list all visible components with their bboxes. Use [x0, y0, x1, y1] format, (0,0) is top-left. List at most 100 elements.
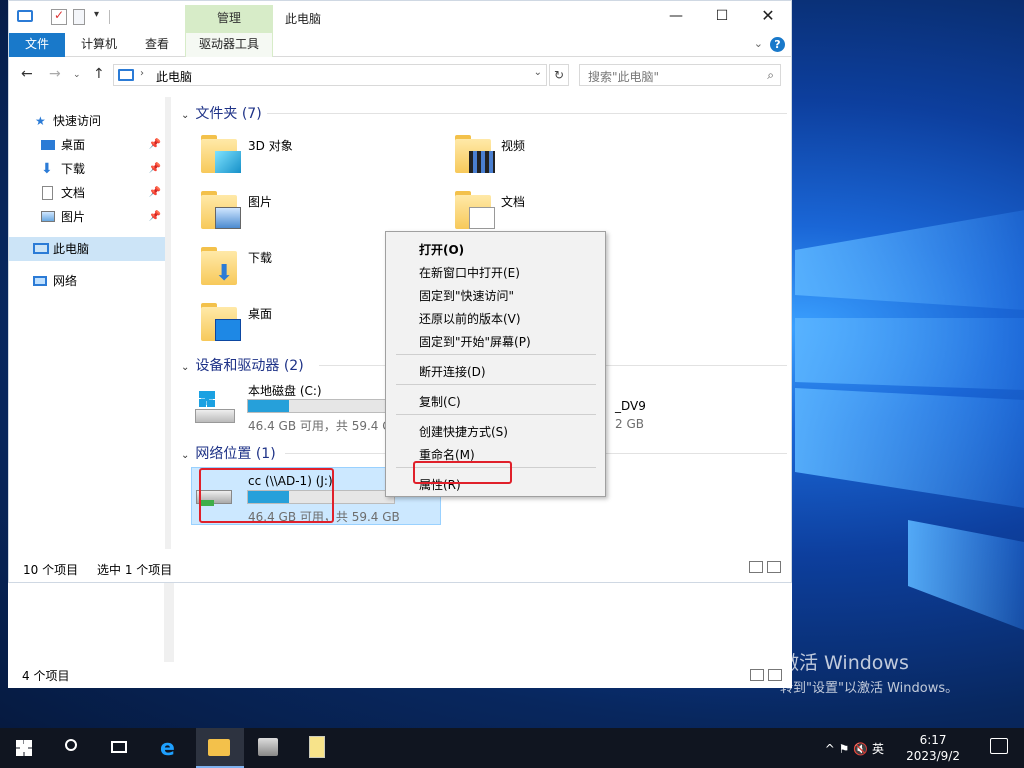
notification-icon[interactable] [990, 738, 1008, 754]
pin-icon[interactable]: 📌 [149, 133, 161, 157]
breadcrumb[interactable]: 此电脑 [156, 68, 192, 85]
search-input[interactable]: 搜索"此电脑" ⌕ [579, 64, 781, 86]
activation-watermark: 激活 Windows 转到"设置"以激活 Windows。 [780, 648, 958, 696]
chevron-down-icon[interactable]: ⌄ [754, 37, 763, 50]
system-tray[interactable]: ^ ⚑ 🔇 英 [825, 740, 884, 757]
menu-item-disconnect[interactable]: 断开连接(D) [419, 363, 486, 380]
menu-item-restore-versions[interactable]: 还原以前的版本(V) [419, 310, 521, 327]
details-view-icon[interactable] [750, 669, 764, 681]
address-dropdown-icon[interactable]: ⌄ [534, 67, 542, 78]
up-button[interactable]: ↑ [93, 66, 105, 82]
sidebar-item-documents[interactable]: 文档 📌 [9, 181, 165, 205]
menu-item-create-shortcut[interactable]: 创建快捷方式(S) [419, 423, 508, 440]
details-view-icon[interactable] [749, 561, 763, 573]
menu-divider [396, 414, 596, 415]
group-title: 网络位置 (1) [195, 446, 276, 462]
taskbar-server-manager[interactable] [244, 728, 292, 768]
refresh-button[interactable]: ↻ [549, 64, 569, 86]
tab-view[interactable]: 查看 [135, 33, 179, 57]
clock-time: 6:17 [919, 733, 947, 747]
search-button[interactable] [48, 728, 96, 768]
group-header-devices[interactable]: ⌄ 设备和驱动器 (2) [181, 355, 304, 375]
sidebar-item-label: 下载 [61, 162, 86, 176]
folder-desktop-icon[interactable] [201, 301, 241, 341]
tab-file[interactable]: 文件 [9, 33, 65, 57]
forward-button[interactable]: → [49, 66, 61, 82]
sidebar-scrollbar[interactable] [165, 97, 171, 549]
drive-label-c[interactable]: 本地磁盘 (C:) [248, 382, 322, 399]
windows-logo-icon [199, 391, 215, 407]
folder-label[interactable]: 文档 [501, 193, 525, 210]
tab-drive-tools[interactable]: 驱动器工具 [185, 33, 273, 57]
sidebar-item-downloads[interactable]: ⬇ 下载 📌 [9, 157, 165, 181]
maximize-button[interactable]: ☐ [699, 1, 745, 33]
folder-videos-icon[interactable] [455, 133, 495, 173]
taskbar-file-explorer[interactable] [196, 728, 244, 768]
folder-label[interactable]: 桌面 [248, 305, 272, 322]
menu-item-open-new-window[interactable]: 在新窗口中打开(E) [419, 264, 520, 281]
hard-drive-icon[interactable] [195, 391, 241, 427]
sidebar-item-desktop[interactable]: 桌面 📌 [9, 133, 165, 157]
chevron-down-icon[interactable]: ⌄ [181, 362, 189, 373]
large-icons-view-icon[interactable] [767, 561, 781, 573]
group-header-folders[interactable]: ⌄ 文件夹 (7) [181, 103, 262, 123]
wallpaper-beam [908, 520, 1024, 630]
new-folder-icon[interactable] [73, 9, 85, 25]
close-button[interactable]: ✕ [745, 1, 791, 33]
drive-info-dvd: 2 GB [615, 417, 644, 431]
folder-label[interactable]: 下载 [248, 249, 272, 266]
manage-context-tab[interactable]: 管理 [185, 5, 273, 33]
folder-documents-icon[interactable] [455, 189, 495, 229]
tab-computer[interactable]: 计算机 [71, 33, 127, 57]
folder-label[interactable]: 3D 对象 [248, 137, 293, 154]
menu-item-pin-quick-access[interactable]: 固定到"快速访问" [419, 287, 514, 304]
sidebar-item-network[interactable]: 网络 [9, 269, 165, 293]
notepad-icon [309, 736, 325, 758]
large-icons-view-icon[interactable] [768, 669, 782, 681]
folder-pictures-icon[interactable] [201, 189, 241, 229]
menu-item-pin-start[interactable]: 固定到"开始"屏幕(P) [419, 333, 531, 350]
title-bar[interactable]: ▾ 管理 此电脑 — ☐ ✕ [9, 1, 791, 33]
address-bar[interactable]: › 此电脑 ⌄ [113, 64, 547, 86]
taskbar-notepad[interactable] [294, 728, 342, 768]
properties-icon[interactable] [51, 8, 67, 25]
download-icon: ⬇ [41, 161, 53, 177]
sidebar-item-label: 此电脑 [53, 242, 90, 256]
pin-icon[interactable]: 📌 [149, 205, 161, 229]
folder-label[interactable]: 视频 [501, 137, 525, 154]
menu-item-copy[interactable]: 复制(C) [419, 393, 461, 410]
task-view-button[interactable] [96, 728, 144, 768]
folder-label[interactable]: 图片 [248, 193, 272, 210]
view-switcher[interactable] [745, 561, 781, 576]
sidebar-item-label: 图片 [61, 210, 86, 224]
recent-locations-button[interactable]: ⌄ [73, 70, 81, 80]
quick-access-dropdown-icon[interactable]: ▾ [94, 9, 110, 25]
search-icon[interactable]: ⌕ [767, 68, 774, 83]
help-icon[interactable]: ? [770, 37, 785, 52]
folder-3d-objects-icon[interactable] [201, 133, 241, 173]
menu-item-open[interactable]: 打开(O) [419, 241, 464, 258]
clock[interactable]: 6:17 2023/9/2 [906, 732, 960, 764]
taskbar-ie[interactable]: e [148, 728, 196, 768]
wallpaper-beam [795, 318, 1024, 390]
drive-usage-bar-c [247, 399, 395, 413]
folder-downloads-icon[interactable]: ⬇ [201, 245, 241, 285]
sidebar-item-quick-access[interactable]: ★ 快速访问 [9, 109, 165, 133]
drive-label-dvd[interactable]: _DV9 [615, 399, 646, 413]
sidebar-item-pictures[interactable]: 图片 📌 [9, 205, 165, 229]
chevron-down-icon[interactable]: ⌄ [181, 450, 189, 461]
pin-icon[interactable]: 📌 [149, 157, 161, 181]
start-button[interactable] [0, 728, 48, 768]
navigation-row: ← → ⌄ ↑ › 此电脑 ⌄ ↻ 搜索"此电脑" ⌕ [9, 59, 791, 91]
minimize-button[interactable]: — [653, 1, 699, 33]
wallpaper-beam [795, 210, 1024, 310]
sidebar-item-this-pc[interactable]: 此电脑 [9, 237, 165, 261]
breadcrumb-chevron-icon[interactable]: › [140, 68, 144, 79]
pin-icon[interactable]: 📌 [149, 181, 161, 205]
back-button[interactable]: ← [21, 66, 33, 82]
divider [267, 113, 787, 114]
group-header-network[interactable]: ⌄ 网络位置 (1) [181, 443, 276, 463]
back-view-icons[interactable] [746, 669, 782, 684]
chevron-down-icon[interactable]: ⌄ [181, 110, 189, 121]
sidebar-item-label: 桌面 [61, 138, 86, 152]
